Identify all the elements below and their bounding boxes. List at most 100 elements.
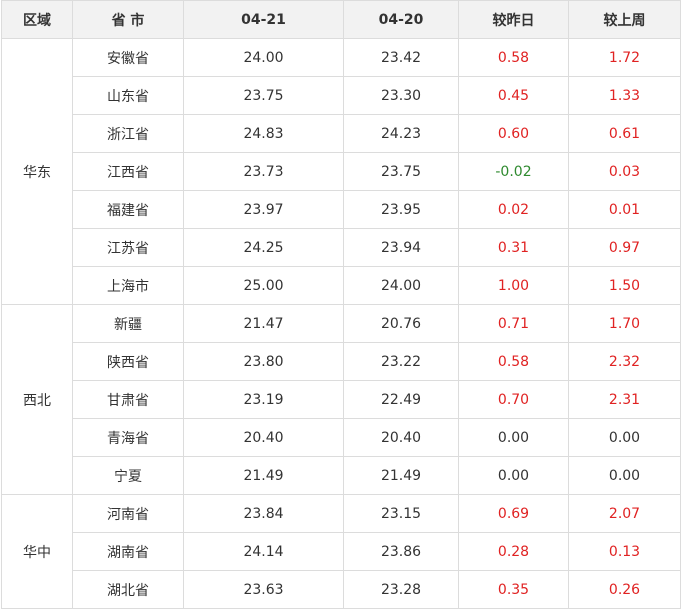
cell-price-0420: 23.42 [343, 38, 459, 77]
cell-region: 华东 [1, 38, 73, 305]
cell-province: 湖北省 [72, 570, 184, 609]
cell-price-0421: 23.75 [183, 76, 344, 115]
cell-price-0420: 23.28 [343, 570, 459, 609]
table-row: 上海市 25.00 24.00 1.00 1.50 [2, 266, 681, 305]
cell-price-0420: 23.30 [343, 76, 459, 115]
cell-change-vs-last-week: 2.07 [568, 494, 681, 533]
cell-change-vs-last-week: 0.13 [568, 532, 681, 571]
cell-province: 江苏省 [72, 228, 184, 267]
cell-change-vs-yesterday: 1.00 [458, 266, 569, 305]
cell-change-vs-yesterday: 0.58 [458, 38, 569, 77]
cell-price-0421: 24.83 [183, 114, 344, 153]
cell-price-0420: 23.22 [343, 342, 459, 381]
table-row: 浙江省 24.83 24.23 0.60 0.61 [2, 114, 681, 153]
table-row: 山东省 23.75 23.30 0.45 1.33 [2, 76, 681, 115]
cell-price-0421: 21.47 [183, 304, 344, 343]
cell-price-0421: 23.84 [183, 494, 344, 533]
header-province: 省 市 [72, 0, 184, 39]
cell-price-0420: 22.49 [343, 380, 459, 419]
cell-change-vs-last-week: 1.33 [568, 76, 681, 115]
cell-province: 福建省 [72, 190, 184, 229]
cell-price-0421: 25.00 [183, 266, 344, 305]
table-row: 宁夏 21.49 21.49 0.00 0.00 [2, 456, 681, 495]
cell-price-0420: 20.40 [343, 418, 459, 457]
cell-price-0420: 21.49 [343, 456, 459, 495]
table-row: 江苏省 24.25 23.94 0.31 0.97 [2, 228, 681, 267]
cell-province: 江西省 [72, 152, 184, 191]
cell-change-vs-yesterday: 0.00 [458, 418, 569, 457]
cell-change-vs-last-week: 0.00 [568, 418, 681, 457]
table-row: 甘肃省 23.19 22.49 0.70 2.31 [2, 380, 681, 419]
cell-change-vs-last-week: 2.31 [568, 380, 681, 419]
cell-price-0420: 23.94 [343, 228, 459, 267]
cell-province: 山东省 [72, 76, 184, 115]
table-row: 西北 新疆 21.47 20.76 0.71 1.70 [1, 304, 681, 495]
cell-change-vs-yesterday: 0.45 [458, 76, 569, 115]
cell-change-vs-yesterday: 0.69 [458, 494, 569, 533]
cell-province: 新疆 [72, 304, 184, 343]
header-vs-last-week: 较上周 [568, 0, 681, 39]
cell-change-vs-last-week: 0.01 [568, 190, 681, 229]
cell-price-0421: 21.49 [183, 456, 344, 495]
cell-price-0421: 23.73 [183, 152, 344, 191]
cell-change-vs-last-week: 0.97 [568, 228, 681, 267]
price-table: 区域 省 市 04-21 04-20 较昨日 较上周 华东 安徽省 24.00 23.… [1, 0, 681, 609]
table-row: 陕西省 23.80 23.22 0.58 2.32 [2, 342, 681, 381]
cell-change-vs-last-week: 0.26 [568, 570, 681, 609]
table-row: 湖南省 24.14 23.86 0.28 0.13 [2, 532, 681, 571]
table-row: 华东 安徽省 24.00 23.42 0.58 1.72 [1, 38, 681, 305]
table-row: 湖北省 23.63 23.28 0.35 0.26 [2, 570, 681, 609]
table-row: 江西省 23.73 23.75 -0.02 0.03 [2, 152, 681, 191]
cell-change-vs-yesterday: 0.58 [458, 342, 569, 381]
cell-price-0421: 24.00 [183, 38, 344, 77]
cell-province: 河南省 [72, 494, 184, 533]
cell-province: 浙江省 [72, 114, 184, 153]
cell-change-vs-yesterday: 0.35 [458, 570, 569, 609]
cell-province: 上海市 [72, 266, 184, 305]
cell-price-0420: 23.95 [343, 190, 459, 229]
cell-price-0421: 24.14 [183, 532, 344, 571]
cell-change-vs-last-week: 0.00 [568, 456, 681, 495]
cell-change-vs-yesterday: 0.70 [458, 380, 569, 419]
cell-province: 湖南省 [72, 532, 184, 571]
cell-change-vs-yesterday: 0.02 [458, 190, 569, 229]
cell-region: 华中 [1, 494, 73, 609]
cell-price-0421: 24.25 [183, 228, 344, 267]
cell-change-vs-last-week: 1.70 [568, 304, 681, 343]
cell-change-vs-yesterday: 0.28 [458, 532, 569, 571]
cell-change-vs-yesterday: 0.00 [458, 456, 569, 495]
cell-province: 宁夏 [72, 456, 184, 495]
cell-price-0420: 23.15 [343, 494, 459, 533]
cell-price-0420: 23.75 [343, 152, 459, 191]
cell-change-vs-last-week: 1.72 [568, 38, 681, 77]
cell-region: 西北 [1, 304, 73, 495]
cell-change-vs-last-week: 0.61 [568, 114, 681, 153]
cell-change-vs-last-week: 2.32 [568, 342, 681, 381]
cell-change-vs-last-week: 0.03 [568, 152, 681, 191]
header-region: 区域 [1, 0, 73, 39]
header-date-0420: 04-20 [343, 0, 459, 39]
table-body: 华东 安徽省 24.00 23.42 0.58 1.72 山东省 23.75 23.30 0.45… [1, 38, 681, 609]
cell-province: 甘肃省 [72, 380, 184, 419]
table-header-row: 区域 省 市 04-21 04-20 较昨日 较上周 [1, 0, 681, 39]
cell-price-0421: 23.63 [183, 570, 344, 609]
header-vs-yesterday: 较昨日 [458, 0, 569, 39]
cell-price-0421: 23.97 [183, 190, 344, 229]
cell-change-vs-yesterday: 0.60 [458, 114, 569, 153]
cell-change-vs-yesterday: 0.71 [458, 304, 569, 343]
header-date-0421: 04-21 [183, 0, 344, 39]
table-row: 青海省 20.40 20.40 0.00 0.00 [2, 418, 681, 457]
table-row: 华中 河南省 23.84 23.15 0.69 2.07 [1, 494, 681, 609]
cell-price-0420: 24.00 [343, 266, 459, 305]
cell-price-0420: 24.23 [343, 114, 459, 153]
cell-price-0421: 23.19 [183, 380, 344, 419]
cell-province: 安徽省 [72, 38, 184, 77]
cell-price-0421: 20.40 [183, 418, 344, 457]
cell-change-vs-last-week: 1.50 [568, 266, 681, 305]
cell-change-vs-yesterday: 0.31 [458, 228, 569, 267]
cell-province: 陕西省 [72, 342, 184, 381]
cell-price-0420: 23.86 [343, 532, 459, 571]
cell-change-vs-yesterday: -0.02 [458, 152, 569, 191]
cell-price-0421: 23.80 [183, 342, 344, 381]
table-row: 福建省 23.97 23.95 0.02 0.01 [2, 190, 681, 229]
